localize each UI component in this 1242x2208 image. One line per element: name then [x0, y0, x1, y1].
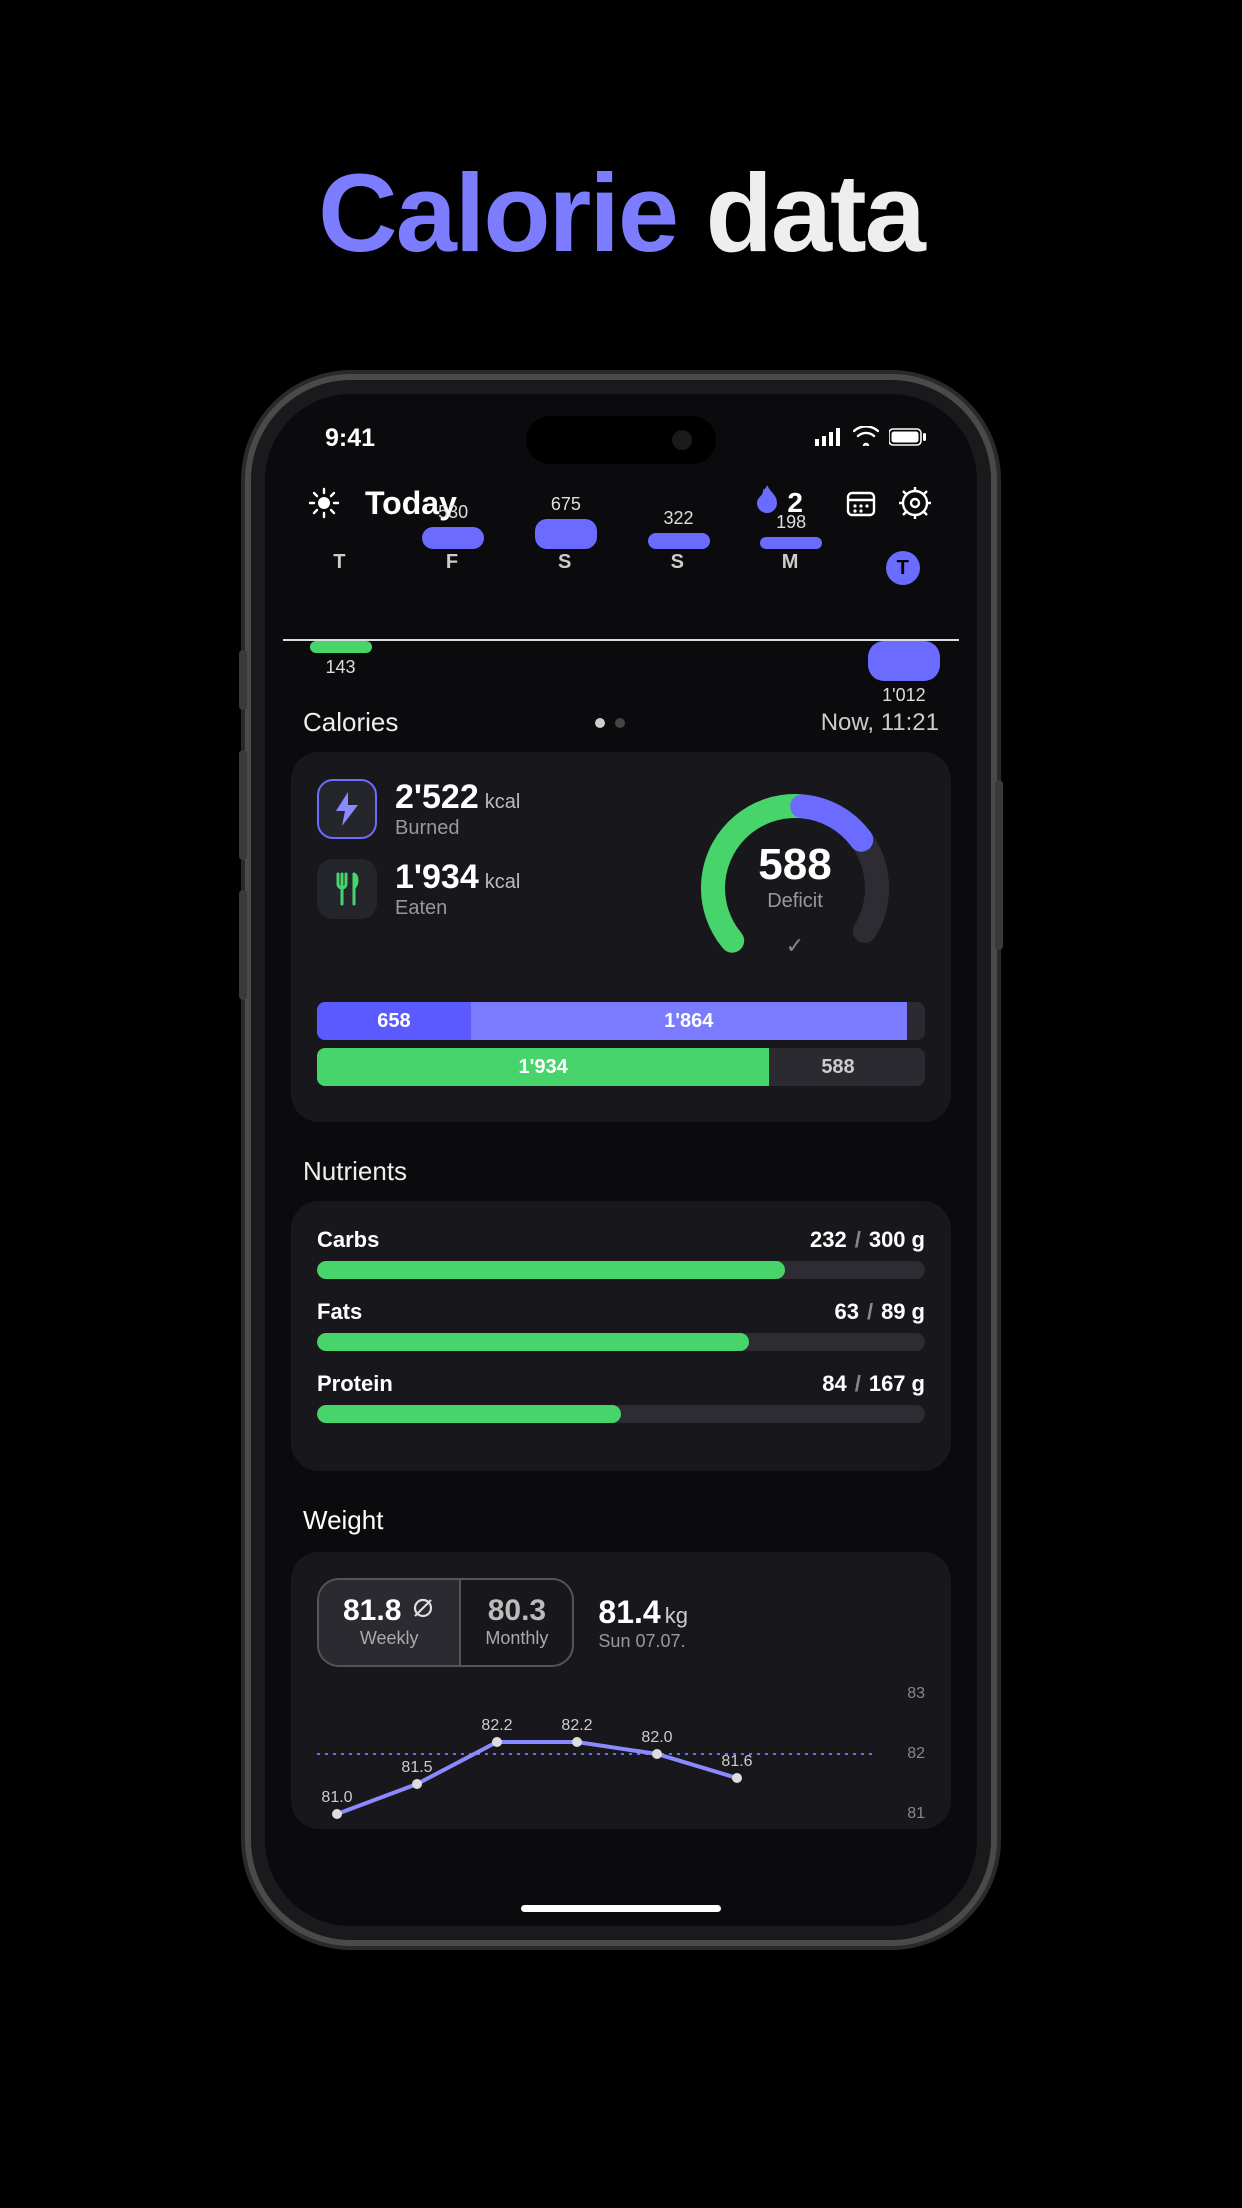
- balance-value: 143: [326, 657, 356, 678]
- eaten-vs-deficit-bar: 1'934 588: [317, 1048, 925, 1086]
- calendar-icon: [845, 487, 877, 519]
- nutrient-max: 300: [869, 1227, 906, 1253]
- section-timestamp: Now, 11:21: [821, 709, 939, 737]
- calendar-button[interactable]: [839, 481, 883, 525]
- balance-value: 530: [438, 502, 468, 523]
- home-indicator[interactable]: [521, 1905, 721, 1912]
- toggle-weekly[interactable]: 81.8 Weekly: [319, 1580, 459, 1665]
- weight-point-label: 82.0: [641, 1729, 672, 1747]
- bar-segment-base: 658: [317, 1002, 471, 1040]
- marketing-word-2: data: [706, 152, 924, 275]
- phone-frame: 9:41 Today: [251, 380, 991, 1940]
- nutrient-unit: g: [912, 1227, 925, 1253]
- balance-bars[interactable]: 1435306753221981'012: [283, 593, 959, 683]
- nutrient-row: Carbs232/300g: [317, 1227, 925, 1279]
- toggle-monthly[interactable]: 80.3 Monthly: [459, 1580, 572, 1665]
- marketing-title: Calorie data: [0, 150, 1242, 277]
- brightness-icon[interactable]: [305, 487, 343, 519]
- nutrient-current: 232: [810, 1227, 847, 1253]
- nutrient-name: Fats: [317, 1299, 834, 1325]
- burned-breakdown-bar: 658 1'864: [317, 1002, 925, 1040]
- nutrient-current: 63: [834, 1299, 858, 1325]
- eaten-unit: kcal: [485, 871, 521, 893]
- section-header-weight: Weight: [265, 1471, 977, 1548]
- day-letter[interactable]: F: [396, 551, 509, 585]
- day-letter[interactable]: S: [508, 551, 621, 585]
- nutrient-row: Fats63/89g: [317, 1299, 925, 1351]
- signal-icon: [815, 424, 843, 453]
- section-title: Nutrients: [303, 1156, 407, 1187]
- bar-segment-active: 1'864: [471, 1002, 907, 1040]
- calories-card[interactable]: 2'522 kcal Burned 1'934 kcal Eaten: [291, 752, 951, 1122]
- burned-row: 2'522 kcal Burned: [317, 778, 665, 840]
- deficit-label: Deficit: [665, 890, 925, 913]
- section-title: Calories: [303, 707, 398, 738]
- eaten-label: Eaten: [395, 897, 520, 920]
- day-letter[interactable]: T: [846, 551, 959, 585]
- nutrient-current: 84: [822, 1371, 846, 1397]
- wifi-icon: [853, 424, 879, 453]
- balance-value: 322: [664, 508, 694, 529]
- gear-icon: [898, 486, 932, 520]
- page-dot: [615, 718, 625, 728]
- eaten-row: 1'934 kcal Eaten: [317, 858, 665, 920]
- day-letter[interactable]: T: [283, 551, 396, 585]
- weight-ytick: 83: [907, 1685, 925, 1703]
- nutrient-unit: g: [912, 1299, 925, 1325]
- weight-sparkline: 83828181.081.582.282.282.081.6: [317, 1689, 925, 1819]
- weight-point-label: 81.0: [321, 1789, 352, 1807]
- weight-point-label: 82.2: [481, 1717, 512, 1735]
- bar-segment-eaten: 1'934: [317, 1048, 769, 1086]
- deficit-gauge: 588 Deficit ✓: [665, 778, 925, 978]
- status-time: 9:41: [325, 424, 375, 453]
- nutrient-max: 167: [869, 1371, 906, 1397]
- burned-unit: kcal: [485, 791, 521, 813]
- weight-ytick: 81: [907, 1805, 925, 1823]
- section-header-calories: Calories Now, 11:21: [265, 683, 977, 748]
- bar-segment-deficit: 588: [769, 1048, 907, 1086]
- weight-point-label: 81.6: [721, 1753, 752, 1771]
- battery-icon: [889, 424, 927, 453]
- section-header-nutrients: Nutrients: [265, 1122, 977, 1197]
- balance-value: 1'012: [882, 685, 925, 706]
- page-dot: [595, 718, 605, 728]
- check-icon: ✓: [786, 933, 804, 959]
- burned-value: 2'522: [395, 778, 479, 816]
- day-letter[interactable]: S: [621, 551, 734, 585]
- average-icon: [411, 1594, 435, 1628]
- nutrient-unit: g: [912, 1371, 925, 1397]
- section-title: Weight: [303, 1505, 383, 1535]
- screen: 9:41 Today: [265, 394, 977, 1926]
- nutrient-name: Carbs: [317, 1227, 810, 1253]
- dynamic-island: [526, 416, 716, 464]
- page-indicator[interactable]: [398, 718, 820, 728]
- weight-current: 81.4kg Sun 07.07.: [598, 1594, 688, 1652]
- weight-period-toggle[interactable]: 81.8 Weekly 80.3 Monthly: [317, 1578, 574, 1667]
- nutrient-max: 89: [881, 1299, 905, 1325]
- settings-button[interactable]: [893, 481, 937, 525]
- nutrient-name: Protein: [317, 1371, 822, 1397]
- weight-card[interactable]: 81.8 Weekly 80.3 Monthly 81.4kg S: [291, 1552, 951, 1829]
- deficit-value: 588: [665, 840, 925, 890]
- nutrient-row: Protein84/167g: [317, 1371, 925, 1423]
- fork-knife-icon: [317, 859, 377, 919]
- bolt-icon: [317, 779, 377, 839]
- app-header: Today 2: [265, 453, 977, 543]
- burned-label: Burned: [395, 817, 520, 840]
- weight-point-label: 82.2: [561, 1717, 592, 1735]
- weight-point-label: 81.5: [401, 1759, 432, 1777]
- marketing-word-1: Calorie: [318, 152, 677, 275]
- nutrients-card[interactable]: Carbs232/300gFats63/89gProtein84/167g: [291, 1201, 951, 1471]
- balance-value: 675: [551, 494, 581, 515]
- day-letter[interactable]: M: [734, 551, 847, 585]
- balance-value: 198: [776, 512, 806, 533]
- week-days-row: TFSSMT: [265, 543, 977, 585]
- weight-ytick: 82: [907, 1745, 925, 1763]
- eaten-value: 1'934: [395, 858, 479, 896]
- baseline: [283, 639, 959, 641]
